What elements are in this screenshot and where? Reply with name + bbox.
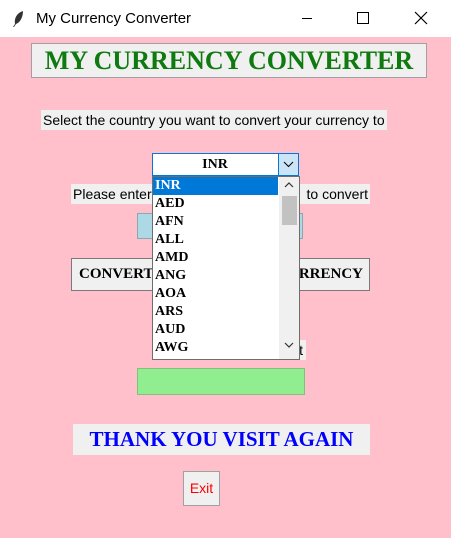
currency-dropdown-list: INR AED AFN ALL AMD ANG AOA ARS AUD AWG <box>152 176 300 360</box>
currency-option-inr[interactable]: INR <box>153 177 278 195</box>
minimize-icon <box>302 18 312 19</box>
convert-button-label-left: CONVERT <box>79 266 154 282</box>
currency-option-aoa[interactable]: AOA <box>153 285 278 303</box>
exit-button[interactable]: Exit <box>183 471 220 506</box>
maximize-button[interactable] <box>335 0 391 37</box>
converted-amount-field <box>137 368 305 395</box>
scroll-up-icon[interactable] <box>284 181 294 189</box>
maximize-icon <box>357 12 369 24</box>
close-button[interactable] <box>393 0 449 37</box>
currency-option-awg[interactable]: AWG <box>153 339 278 357</box>
scroll-down-icon[interactable] <box>284 341 294 349</box>
close-icon <box>414 11 428 25</box>
select-country-label: Select the country you want to convert y… <box>41 110 387 130</box>
feather-icon <box>13 11 23 27</box>
dropdown-scrollbar[interactable] <box>279 177 299 359</box>
chevron-down-icon <box>283 161 294 168</box>
currency-option-all[interactable]: ALL <box>153 231 278 249</box>
window-title: My Currency Converter <box>36 10 192 27</box>
currency-select-toggle[interactable] <box>278 154 298 175</box>
currency-select[interactable]: INR <box>152 153 299 176</box>
convert-button-label-right: RRENCY <box>298 266 363 282</box>
currency-option-aud[interactable]: AUD <box>153 321 278 339</box>
currency-option-ars[interactable]: ARS <box>153 303 278 321</box>
currency-option-aed[interactable]: AED <box>153 195 278 213</box>
currency-options: INR AED AFN ALL AMD ANG AOA ARS AUD AWG <box>153 177 278 357</box>
currency-option-ang[interactable]: ANG <box>153 267 278 285</box>
currency-option-amd[interactable]: AMD <box>153 249 278 267</box>
amount-label-right: to convert <box>306 186 368 202</box>
app-heading: MY CURRENCY CONVERTER <box>31 43 427 78</box>
currency-option-afn[interactable]: AFN <box>153 213 278 231</box>
currency-select-value: INR <box>202 157 228 172</box>
title-bar: My Currency Converter <box>0 0 451 37</box>
scroll-thumb[interactable] <box>282 196 297 225</box>
amount-label-left: Please enter <box>73 186 152 202</box>
thank-you-message: THANK YOU VISIT AGAIN <box>73 424 370 455</box>
minimize-button[interactable] <box>279 0 335 37</box>
